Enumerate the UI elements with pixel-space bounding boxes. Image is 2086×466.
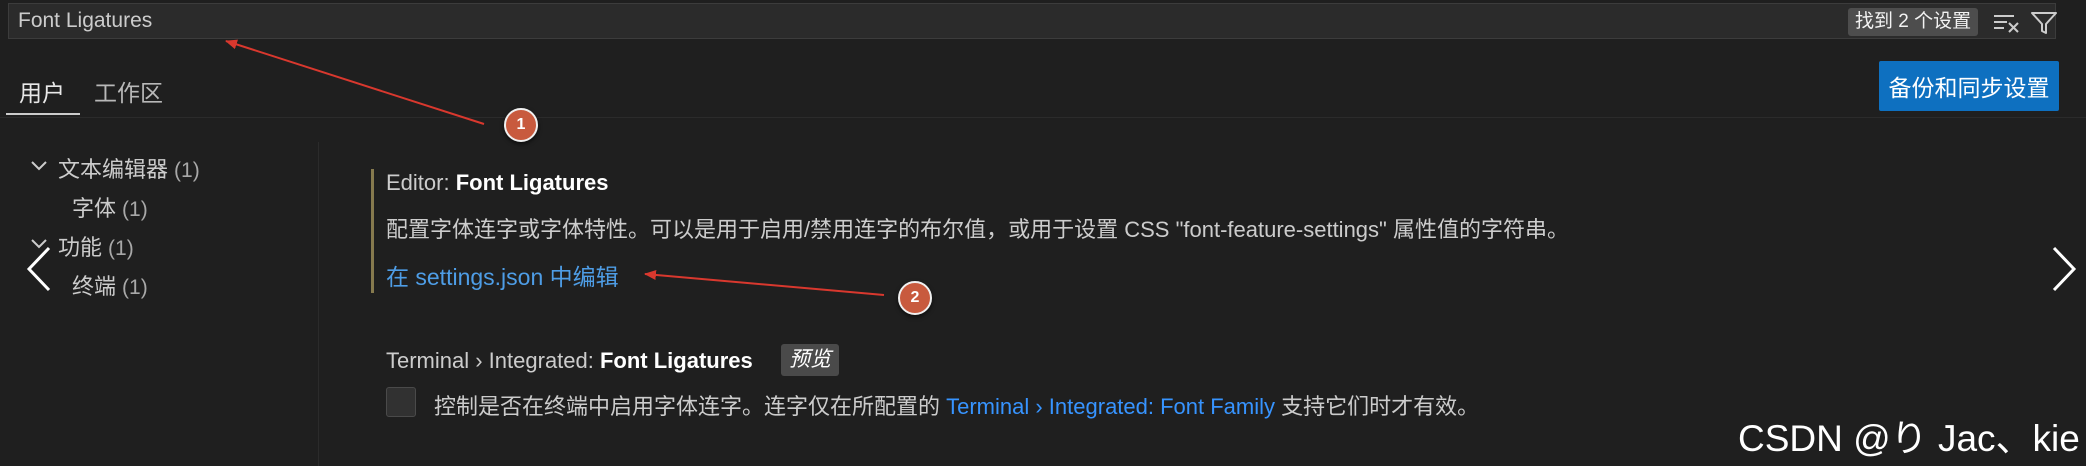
callout-marker: 2 bbox=[898, 281, 932, 315]
annotation-arrows bbox=[225, 39, 885, 296]
watermark: CSDN @り Jac、kie bbox=[1738, 418, 2080, 459]
callout-marker: 1 bbox=[504, 108, 538, 142]
